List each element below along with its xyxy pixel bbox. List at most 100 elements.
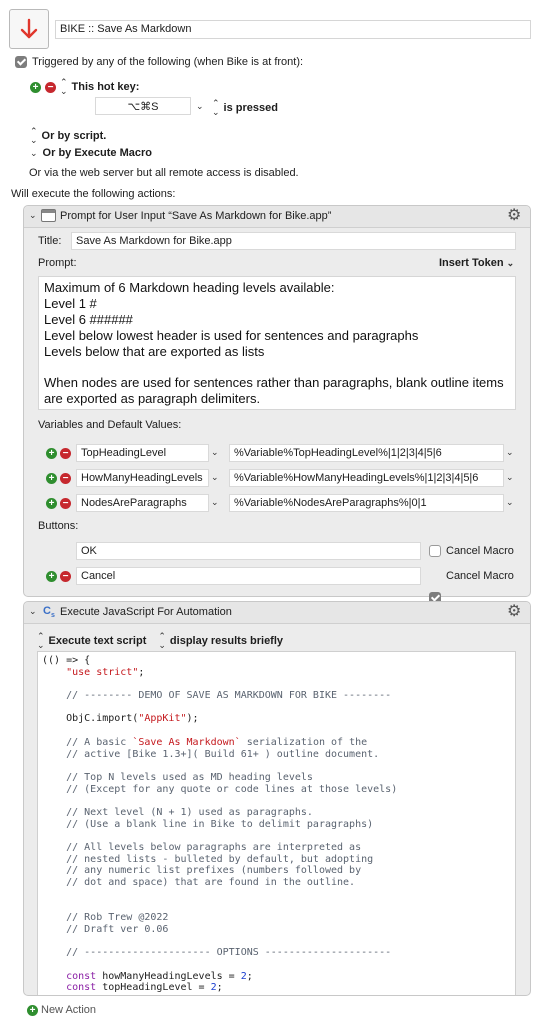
new-action-icon[interactable]: + (27, 1004, 38, 1016)
variable-type-dropdown-icon[interactable]: ⌄ (211, 497, 219, 508)
insert-token-menu[interactable]: Insert Token ⌄ (439, 257, 514, 269)
macro-icon[interactable] (9, 9, 49, 49)
collapse-disclosure-icon[interactable]: ⌄ (29, 210, 37, 221)
code-line: // All levels below paragraphs are inter… (42, 842, 511, 854)
add-trigger-icon[interactable]: + (30, 81, 41, 93)
add-button-icon[interactable]: + (46, 571, 57, 582)
remove-variable-icon[interactable]: − (60, 473, 71, 484)
code-token: // --------------------- OPTIONS -------… (66, 947, 392, 959)
collapse-disclosure-icon[interactable]: ⌄ (29, 606, 37, 617)
variable-default-field[interactable]: %Variable%NodesAreParagraphs%|0|1 (229, 494, 504, 512)
code-line: const howManyHeadingLevels = 2; (42, 971, 511, 983)
variable-default-field[interactable]: %Variable%HowManyHeadingLevels%|1|2|3|4|… (229, 469, 504, 487)
js-action-panel: ⌄ Cs Execute JavaScript For Automation ⚙… (23, 601, 531, 996)
variable-default-dropdown-icon[interactable]: ⌄ (506, 497, 514, 508)
remove-variable-icon[interactable]: − (60, 498, 71, 509)
script-editor[interactable]: (() => { "use strict"; // -------- DEMO … (37, 651, 516, 995)
gear-icon[interactable]: ⚙ (507, 208, 521, 224)
variable-default-field[interactable]: %Variable%TopHeadingLevel%|1|2|3|4|5|6 (229, 444, 504, 462)
variable-name-field[interactable]: NodesAreParagraphs (76, 494, 209, 512)
macro-name-field[interactable]: BIKE :: Save As Markdown (55, 20, 531, 39)
code-token: // nested lists - bulleted by default, b… (66, 853, 374, 865)
variable-name-field[interactable]: HowManyHeadingLevels (76, 469, 209, 487)
prompt-line: When nodes are used for sentences rather… (44, 375, 504, 391)
code-token: // Top N levels used as MD heading level… (66, 771, 313, 783)
code-line: ObjC.import("AppKit"); (42, 713, 511, 725)
code-token: // Rob Trew @2022 (66, 912, 169, 924)
execute-mode-selector[interactable]: Execute text script (49, 635, 147, 647)
by-script-stepper-icon[interactable]: ⌃ ⌄ (30, 127, 38, 145)
prompt-line (44, 359, 510, 375)
code-token: const (66, 982, 97, 994)
remove-button-icon[interactable]: − (60, 571, 71, 582)
prompt-action-title[interactable]: Prompt for User Input “Save As Markdown … (60, 210, 331, 222)
by-execute-macro-label[interactable]: Or by Execute Macro (43, 147, 152, 159)
prompt-line: Level 6 ###### (44, 311, 133, 327)
variable-type-dropdown-icon[interactable]: ⌄ (211, 472, 219, 483)
execute-mode-stepper-icon[interactable]: ⌃ ⌄ (37, 632, 45, 650)
variable-default-dropdown-icon[interactable]: ⌄ (506, 472, 514, 483)
button-label-field[interactable]: OK (76, 542, 421, 560)
title-field[interactable]: Save As Markdown for Bike.app (71, 232, 516, 250)
trigger-text: Triggered by any of the following (when … (32, 56, 304, 68)
code-token: // -------- DEMO OF SAVE AS MARKDOWN FOR… (66, 690, 392, 702)
add-variable-icon[interactable]: + (46, 473, 57, 484)
window-icon (41, 209, 56, 222)
code-line: // (Except for any quote or code lines a… (42, 784, 511, 796)
code-line: // dot and space) that are found in the … (42, 877, 511, 889)
prompt-text-area[interactable]: Maximum of 6 Markdown heading levels ava… (38, 276, 516, 410)
gear-icon[interactable]: ⚙ (507, 604, 521, 620)
code-token: ); (186, 713, 199, 725)
new-action-button[interactable]: New Action (41, 1004, 96, 1016)
hotkey-field[interactable]: ⌥⌘S (95, 97, 191, 115)
code-token: // (Use a blank line in Bike to delimit … (66, 818, 374, 830)
disclosure-down-icon[interactable]: ⌄ (30, 148, 38, 159)
code-token: serialization of the (240, 736, 368, 748)
hotkey-dropdown-icon[interactable]: ⌄ (196, 101, 204, 112)
trigger-type-stepper-icon[interactable]: ⌃ ⌄ (60, 78, 68, 96)
add-variable-icon[interactable]: + (46, 498, 57, 509)
js-action-title[interactable]: Execute JavaScript For Automation (60, 606, 232, 618)
by-script-label[interactable]: Or by script. (42, 130, 107, 142)
condition-stepper-icon[interactable]: ⌃ ⌄ (212, 99, 220, 117)
code-line: // Draft ver 0.06 (42, 924, 511, 936)
button-label-field[interactable]: Cancel (76, 567, 421, 585)
triggered-checkbox[interactable] (15, 56, 27, 68)
insert-token-label: Insert Token (439, 257, 504, 269)
prompt-line: Levels below that are exported as lists (44, 343, 265, 359)
variable-type-dropdown-icon[interactable]: ⌄ (211, 447, 219, 458)
title-label: Title: (38, 235, 62, 247)
hotkey-label: This hot key: (71, 81, 140, 93)
cancel-macro-checkbox[interactable] (429, 545, 441, 557)
code-token: // A basic (66, 736, 133, 748)
prompt-line: Maximum of 6 Markdown heading levels ava… (44, 280, 335, 295)
code-line: (() => { (42, 655, 511, 667)
variable-default-dropdown-icon[interactable]: ⌄ (506, 447, 514, 458)
remove-variable-icon[interactable]: − (60, 448, 71, 459)
result-mode-stepper-icon[interactable]: ⌃ ⌄ (158, 632, 166, 650)
add-variable-icon[interactable]: + (46, 448, 57, 459)
code-line: // Top N levels used as MD heading level… (42, 772, 511, 784)
code-line: // --------------------- OPTIONS -------… (42, 947, 511, 959)
code-token: "AppKit" (138, 713, 187, 725)
code-token: (() => { (42, 655, 91, 666)
red-down-arrow-icon (20, 18, 38, 39)
code-token: ; (138, 666, 145, 678)
variable-name-field[interactable]: TopHeadingLevel (76, 444, 209, 462)
hotkey-condition[interactable]: is pressed (224, 102, 278, 114)
result-mode-selector[interactable]: display results briefly (170, 635, 283, 647)
remove-trigger-icon[interactable]: − (45, 81, 56, 93)
